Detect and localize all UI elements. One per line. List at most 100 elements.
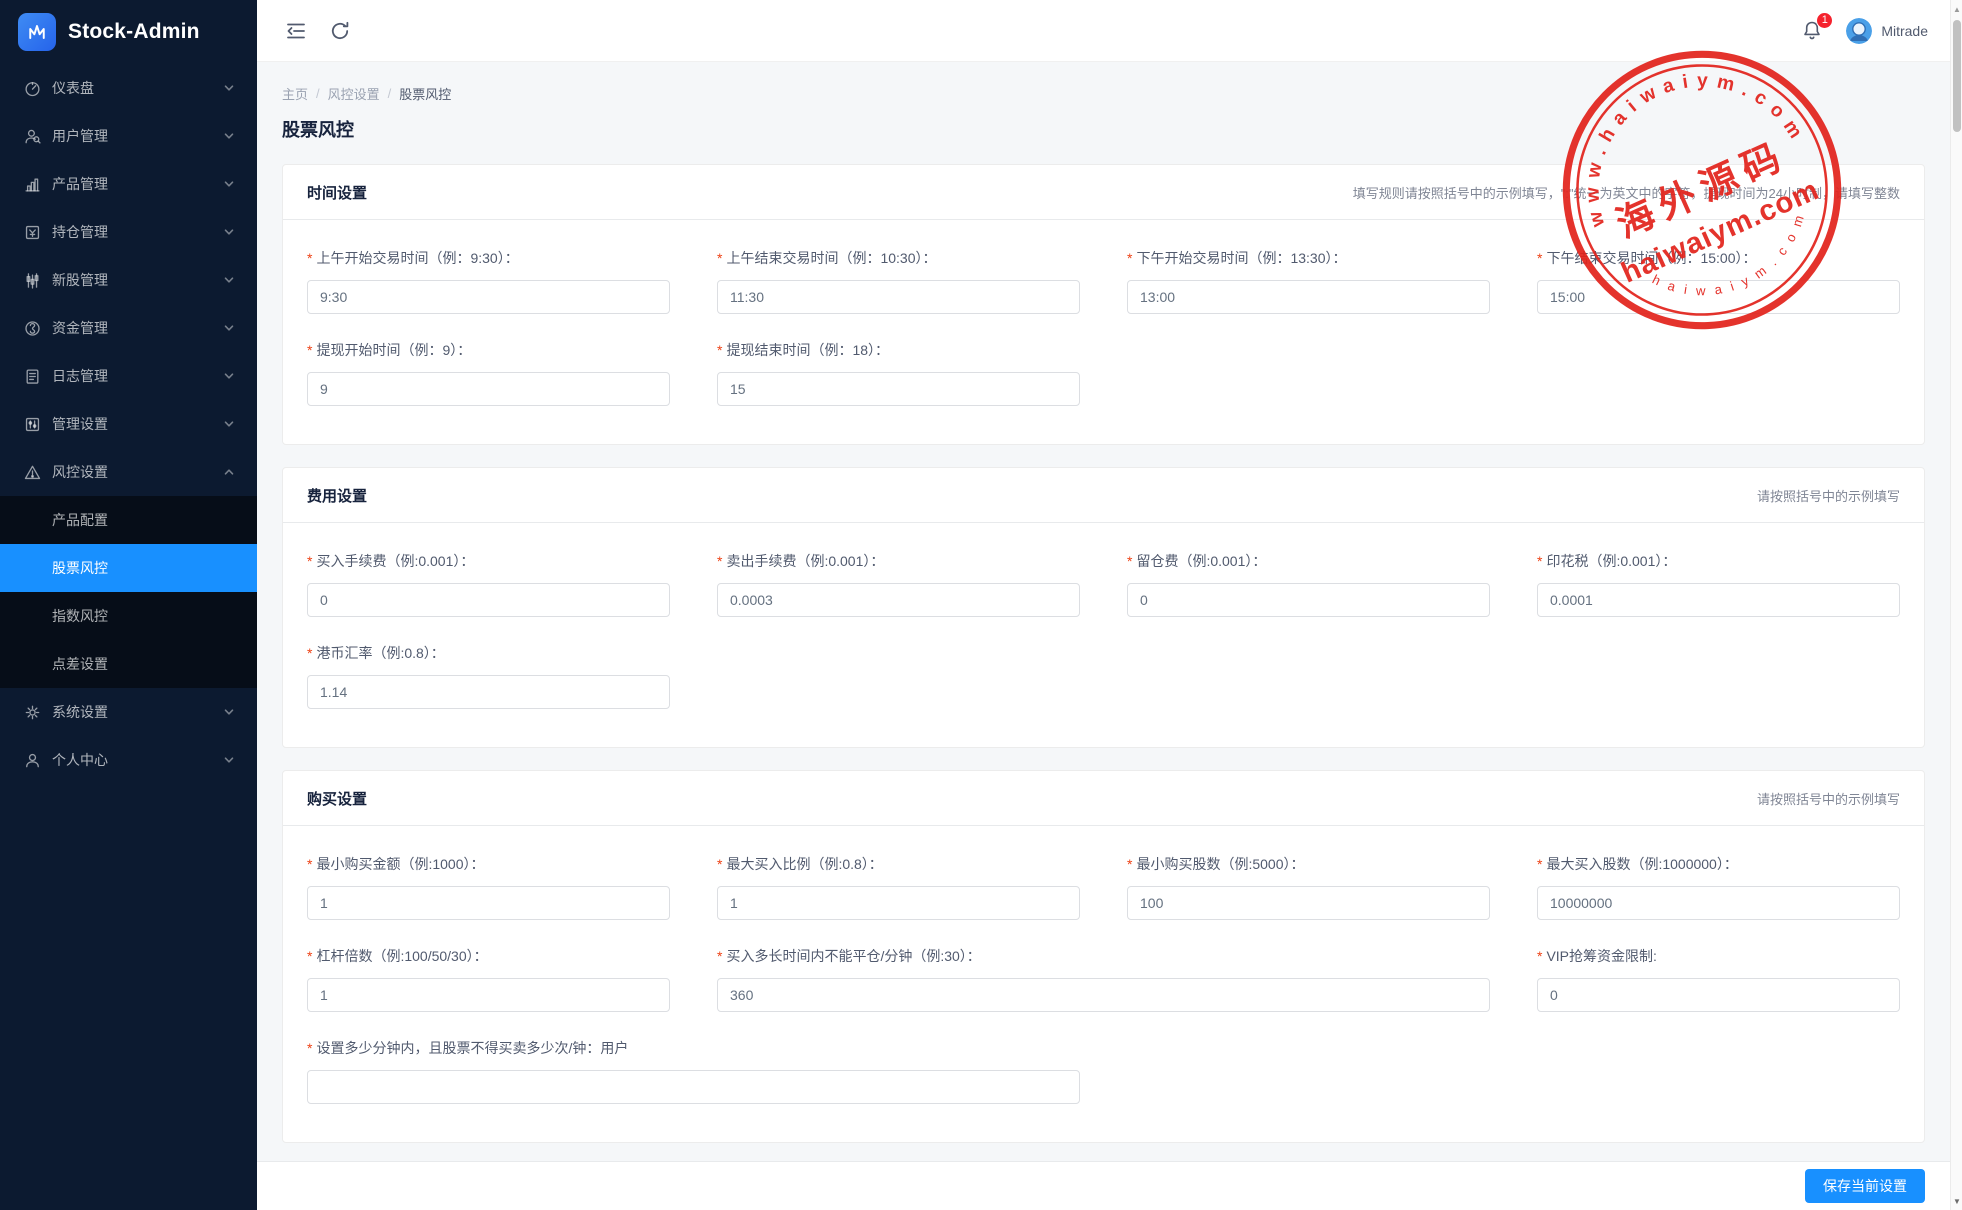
field-input[interactable] (307, 372, 670, 406)
field-input[interactable] (717, 280, 1080, 314)
page-title: 股票风控 (282, 116, 1925, 142)
refresh-icon[interactable] (329, 20, 351, 42)
field-input[interactable] (307, 978, 670, 1012)
required-asterisk: * (1537, 250, 1542, 266)
field-input[interactable] (717, 978, 1490, 1012)
field-input[interactable] (1127, 886, 1490, 920)
settings-card: 购买设置请按照括号中的示例填写*最小购买金额（例:1000）：*最大买入比例（例… (282, 770, 1925, 1143)
field-input[interactable] (307, 675, 670, 709)
required-asterisk: * (307, 250, 312, 266)
field-input[interactable] (1537, 583, 1900, 617)
sidebar-item[interactable]: 风控设置 (0, 448, 257, 496)
form-field: *印花税（例:0.001）： (1537, 551, 1900, 617)
form-field: *留仓费（例:0.001）： (1127, 551, 1490, 617)
required-asterisk: * (1127, 553, 1132, 569)
dashboard-icon (24, 80, 41, 97)
field-input[interactable] (717, 372, 1080, 406)
sidebar-subitem[interactable]: 股票风控 (0, 544, 257, 592)
breadcrumb-separator: / (388, 86, 392, 101)
field-input[interactable] (307, 886, 670, 920)
sidebar-item[interactable]: 日志管理 (0, 352, 257, 400)
field-label: *最大买入比例（例:0.8）： (717, 854, 1080, 874)
form-field: *最小购买金额（例:1000）： (307, 854, 670, 920)
sidebar-item[interactable]: 管理设置 (0, 400, 257, 448)
settings-card: 费用设置请按照括号中的示例填写*买入手续费（例:0.001）：*卖出手续费（例:… (282, 467, 1925, 748)
form-field: *最小购买股数（例:5000）： (1127, 854, 1490, 920)
required-asterisk: * (1127, 250, 1132, 266)
field-label: *卖出手续费（例:0.001）： (717, 551, 1080, 571)
field-input[interactable] (1127, 583, 1490, 617)
sidebar-item[interactable]: 持仓管理 (0, 208, 257, 256)
scroll-up-arrow[interactable]: ▲ (1951, 2, 1962, 16)
required-asterisk: * (717, 948, 722, 964)
sidebar-subitem[interactable]: 指数风控 (0, 592, 257, 640)
form-field: *上午结束交易时间（例：10:30）： (717, 248, 1080, 314)
field-label: *买入多长时间内不能平仓/分钟（例:30）： (717, 946, 1490, 966)
settings-card: 时间设置 填写规则请按照括号中的示例填写，":"统一为英文中的字符，提现时间为24… (282, 164, 1925, 445)
sidebar-item[interactable]: 新股管理 (0, 256, 257, 304)
chevron-down-icon (223, 322, 235, 334)
required-asterisk: * (717, 342, 722, 358)
sidebar-item[interactable]: 资金管理 (0, 304, 257, 352)
field-input[interactable] (717, 583, 1080, 617)
field-label: *下午结束交易时间（例：15:00）： (1537, 248, 1900, 268)
card-title: 时间设置 (307, 182, 367, 203)
chevron-down-icon (223, 178, 235, 190)
card-hint: 填写规则请按照括号中的示例填写，":"统一为英文中的字符，提现时间为24小时制，… (1353, 183, 1900, 202)
save-button[interactable]: 保存当前设置 (1805, 1169, 1925, 1203)
avatar[interactable] (1846, 18, 1872, 44)
users-icon (24, 128, 41, 145)
field-input[interactable] (1537, 978, 1900, 1012)
system-icon (24, 704, 41, 721)
sidebar-item[interactable]: 产品管理 (0, 160, 257, 208)
sidebar-subitem[interactable]: 点差设置 (0, 640, 257, 688)
field-label: *提现结束时间（例：18）： (717, 340, 1080, 360)
scrollbar-thumb[interactable] (1953, 20, 1961, 132)
chevron-down-icon (223, 754, 235, 766)
field-input[interactable] (1537, 280, 1900, 314)
card-hint: 请按照括号中的示例填写 (1757, 789, 1900, 808)
sidebar-item-label: 新股管理 (52, 270, 223, 290)
required-asterisk: * (1537, 553, 1542, 569)
chevron-down-icon (223, 130, 235, 142)
field-input[interactable] (307, 280, 670, 314)
field-input[interactable] (1537, 886, 1900, 920)
sidebar-item-label: 用户管理 (52, 126, 223, 146)
sidebar-subitem[interactable]: 产品配置 (0, 496, 257, 544)
form-field: *提现开始时间（例：9）： (307, 340, 670, 406)
breadcrumb-separator: / (316, 86, 320, 101)
form-field: *VIP抢筹资金限制: (1537, 946, 1900, 1012)
scroll-down-arrow[interactable]: ▼ (1951, 1194, 1962, 1208)
field-label: *港币汇率（例:0.8）： (307, 643, 670, 663)
required-asterisk: * (1537, 948, 1542, 964)
form-field: *提现结束时间（例：18）： (717, 340, 1080, 406)
sidebar-item-label: 资金管理 (52, 318, 223, 338)
breadcrumb: 主页/风控设置/股票风控 (282, 84, 1925, 103)
field-input[interactable] (1127, 280, 1490, 314)
sidebar-item-label: 日志管理 (52, 366, 223, 386)
breadcrumb-item[interactable]: 风控设置 (328, 84, 380, 103)
field-label: *最小购买金额（例:1000）： (307, 854, 670, 874)
window-scrollbar: ▲ ▼ (1950, 0, 1962, 1210)
field-input[interactable] (307, 583, 670, 617)
sidebar-item-label: 仪表盘 (52, 78, 223, 98)
breadcrumb-item[interactable]: 主页 (282, 84, 308, 103)
form-field: *杠杆倍数（例:100/50/30）： (307, 946, 670, 1012)
sidebar-item[interactable]: 仪表盘 (0, 64, 257, 112)
collapse-sidebar-icon[interactable] (285, 20, 307, 42)
sidebar-item[interactable]: 个人中心 (0, 736, 257, 784)
field-input[interactable] (307, 1070, 1080, 1104)
field-input[interactable] (717, 886, 1080, 920)
card-hint: 请按照括号中的示例填写 (1757, 486, 1900, 505)
form-field: *下午结束交易时间（例：15:00）： (1537, 248, 1900, 314)
field-label: *下午开始交易时间（例：13:30）： (1127, 248, 1490, 268)
sidebar-item[interactable]: 系统设置 (0, 688, 257, 736)
top-bar: 1 Mitrade (257, 0, 1950, 62)
notifications-button[interactable]: 1 (1800, 19, 1824, 43)
positions-icon (24, 224, 41, 241)
username[interactable]: Mitrade (1881, 23, 1928, 39)
sidebar-item[interactable]: 用户管理 (0, 112, 257, 160)
app-logo[interactable]: Stock-Admin (0, 0, 257, 64)
required-asterisk: * (307, 342, 312, 358)
form-field: *设置多少分钟内，且股票不得买卖多少次/钟：用户 (307, 1038, 1080, 1104)
